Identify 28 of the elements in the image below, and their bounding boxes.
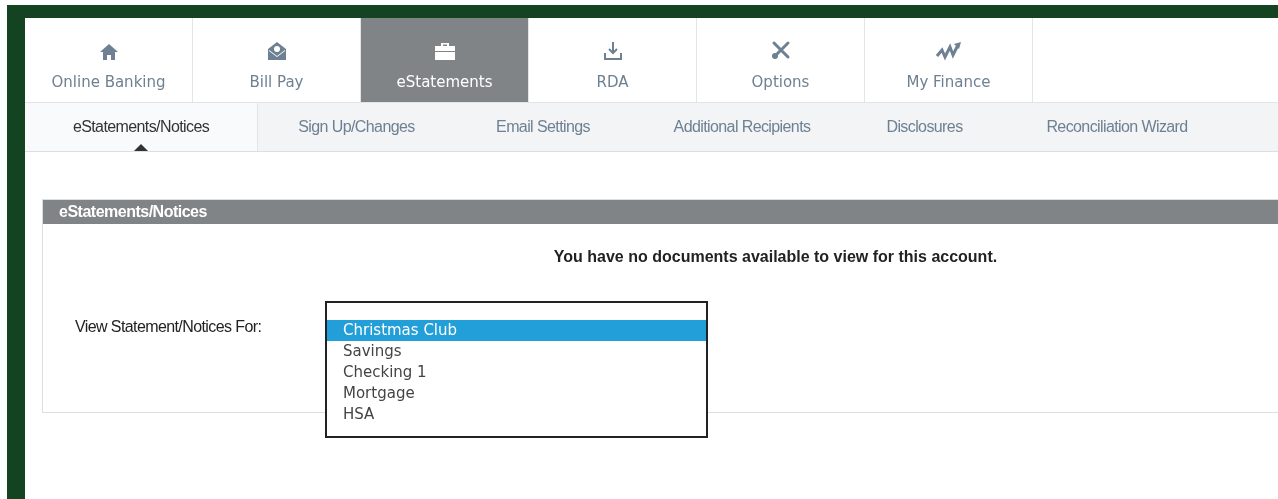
tab-label: Bill Pay bbox=[249, 71, 304, 93]
account-listbox[interactable]: Christmas Club Savings Checking 1 Mortgage HSA bbox=[325, 301, 708, 438]
list-option[interactable]: Christmas Club bbox=[327, 320, 706, 341]
sub-tab[interactable]: Reconciliation Wizard bbox=[996, 103, 1238, 151]
briefcase-icon bbox=[433, 40, 456, 61]
nav-tab[interactable]: eStatements bbox=[361, 18, 529, 102]
list-option[interactable]: Savings bbox=[327, 341, 706, 362]
tab-label: Online Banking bbox=[51, 71, 166, 93]
message-text: You have no documents available to view for this account. bbox=[553, 247, 998, 267]
pointer-icon bbox=[134, 144, 148, 151]
tab-label: eStatements bbox=[396, 71, 493, 93]
tab-label: RDA bbox=[596, 71, 629, 93]
sub-tab[interactable]: Sign Up/Changes bbox=[258, 103, 455, 151]
list-option[interactable]: Checking 1 bbox=[327, 362, 706, 383]
download-icon bbox=[602, 40, 623, 61]
sub-tab[interactable]: Disclosures bbox=[853, 103, 996, 151]
tab-label: My Finance bbox=[906, 71, 991, 93]
trend-icon bbox=[935, 40, 962, 61]
sub-tab[interactable]: eStatements/Notices bbox=[25, 103, 258, 151]
sub-tab[interactable]: Email Settings bbox=[455, 103, 631, 151]
tab-label: Options bbox=[751, 71, 810, 93]
house-icon bbox=[98, 42, 119, 61]
field-label: View Statement/Notices For: bbox=[75, 317, 263, 337]
list-option[interactable]: Mortgage bbox=[327, 383, 706, 404]
panel-header: eStatements/Notices bbox=[43, 200, 1278, 224]
envelope-icon bbox=[265, 40, 288, 61]
list-option[interactable]: HSA bbox=[327, 404, 706, 425]
sub-tab[interactable]: Additional Recipients bbox=[631, 103, 853, 151]
